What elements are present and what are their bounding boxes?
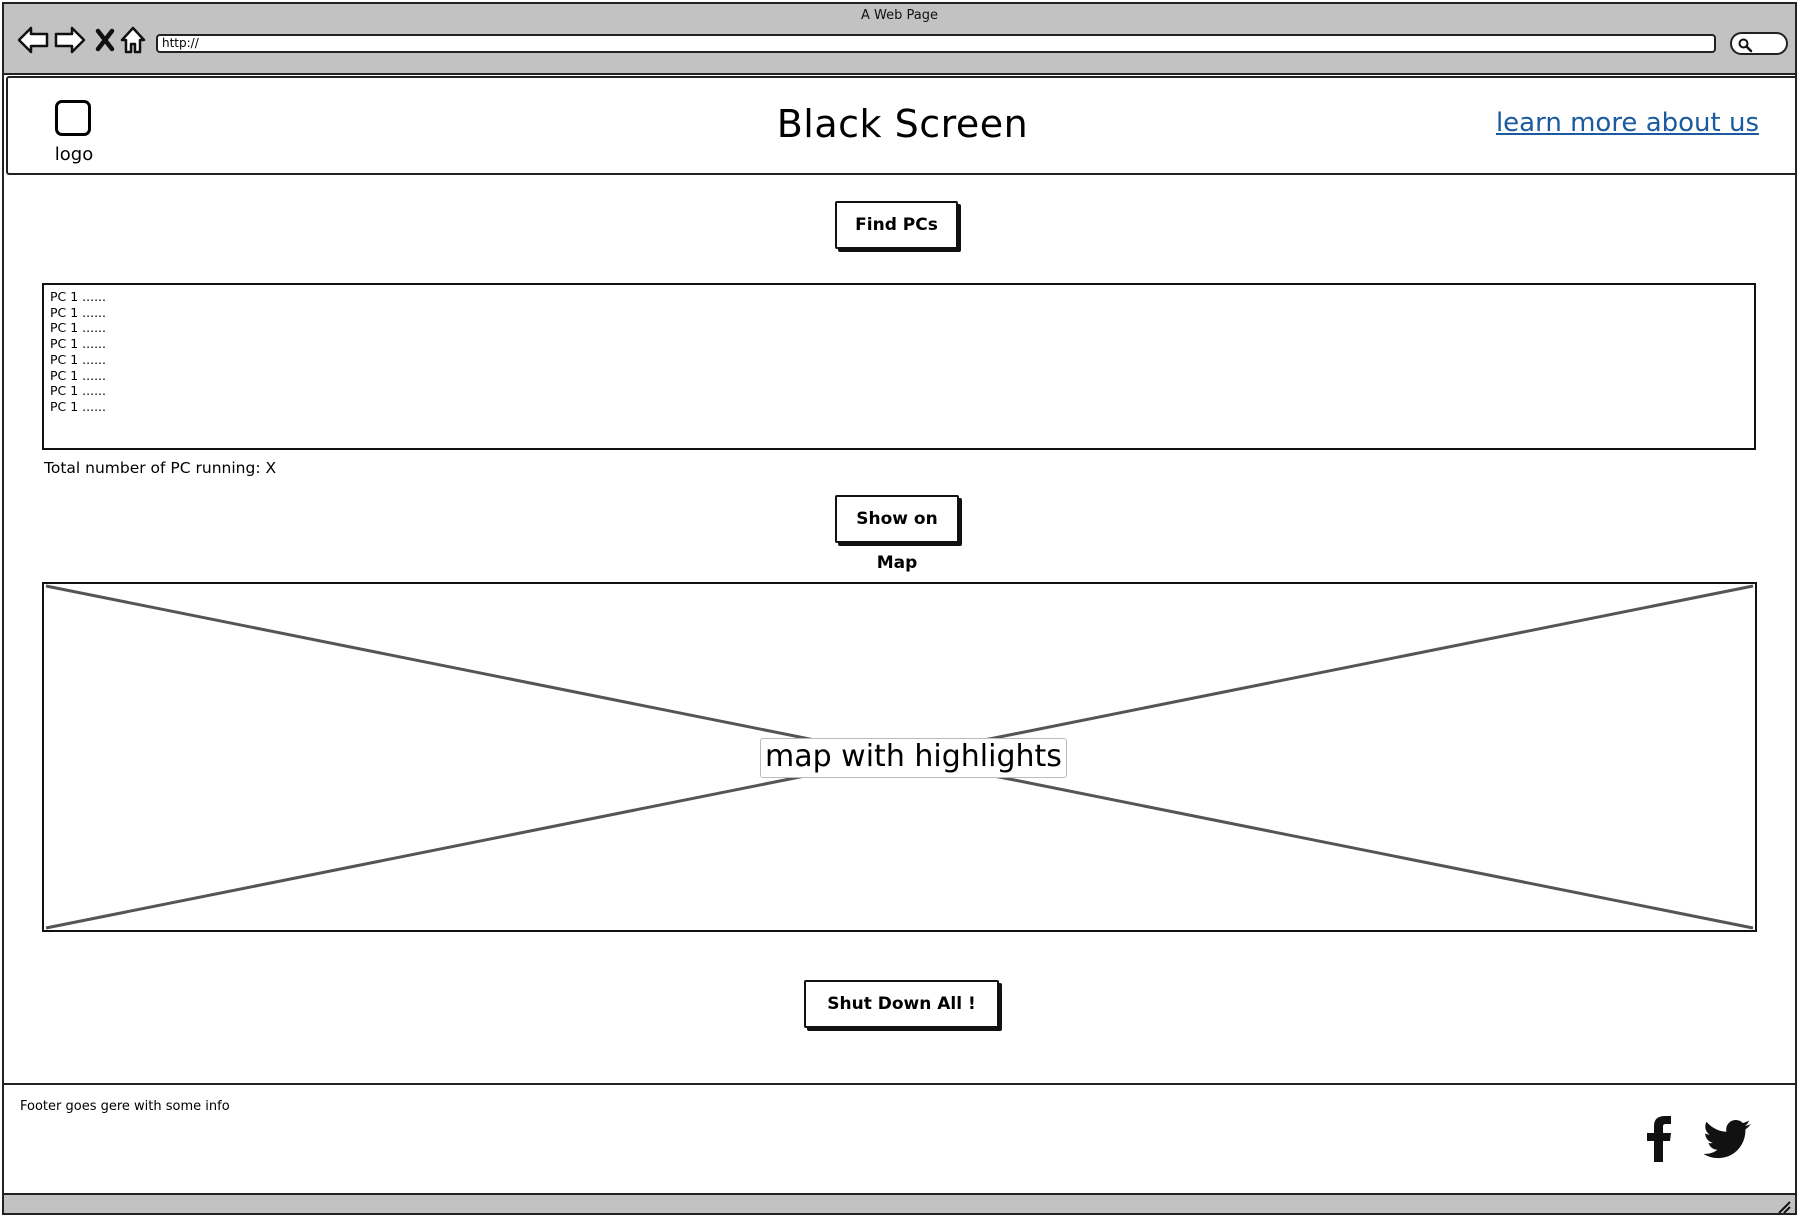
list-item: PC 1 ...... bbox=[50, 367, 107, 383]
show-on-map-button[interactable]: Show on Map bbox=[835, 495, 959, 573]
pc-list[interactable]: PC 1 ...... PC 1 ...... PC 1 ...... PC 1… bbox=[42, 283, 1756, 450]
list-item: PC 1 ...... bbox=[50, 304, 107, 320]
url-input[interactable]: http:// bbox=[156, 34, 1716, 53]
list-item: PC 1 ...... bbox=[50, 289, 107, 304]
shut-down-all-button[interactable]: Shut Down All ! bbox=[804, 980, 999, 1028]
list-item: PC 1 ...... bbox=[50, 320, 107, 336]
learn-more-link[interactable]: learn more about us bbox=[1496, 108, 1759, 138]
back-arrow-icon[interactable] bbox=[16, 23, 50, 57]
total-pc-count: Total number of PC running: X bbox=[44, 459, 277, 477]
footer-text: Footer goes gere with some info bbox=[20, 1099, 230, 1114]
browser-chrome: A Web Page http:// bbox=[4, 4, 1795, 75]
list-item: PC 1 ...... bbox=[50, 383, 107, 399]
resize-grip-icon[interactable] bbox=[1777, 1200, 1791, 1214]
map-placeholder: map with highlights bbox=[42, 582, 1757, 932]
list-item: PC 1 ...... bbox=[50, 336, 107, 352]
browser-window: A Web Page http:// logo Black Screen lea… bbox=[2, 2, 1797, 1215]
forward-arrow-icon[interactable] bbox=[53, 23, 87, 57]
find-pcs-button[interactable]: Find PCs bbox=[835, 201, 958, 249]
home-icon[interactable] bbox=[118, 23, 148, 57]
window-title: A Web Page bbox=[861, 8, 938, 23]
status-bar bbox=[4, 1193, 1795, 1214]
map-label: map with highlights bbox=[760, 738, 1067, 778]
twitter-icon[interactable] bbox=[1703, 1119, 1752, 1165]
search-button[interactable] bbox=[1730, 32, 1788, 55]
search-icon bbox=[1738, 38, 1753, 53]
page-footer: Footer goes gere with some info bbox=[4, 1083, 1795, 1193]
page-header: logo Black Screen learn more about us bbox=[6, 76, 1795, 175]
list-item: PC 1 ...... bbox=[50, 398, 107, 414]
logo-label: logo bbox=[54, 144, 94, 165]
facebook-icon[interactable] bbox=[1644, 1115, 1674, 1167]
list-item: PC 1 ...... bbox=[50, 351, 107, 367]
stop-icon[interactable] bbox=[92, 23, 118, 57]
